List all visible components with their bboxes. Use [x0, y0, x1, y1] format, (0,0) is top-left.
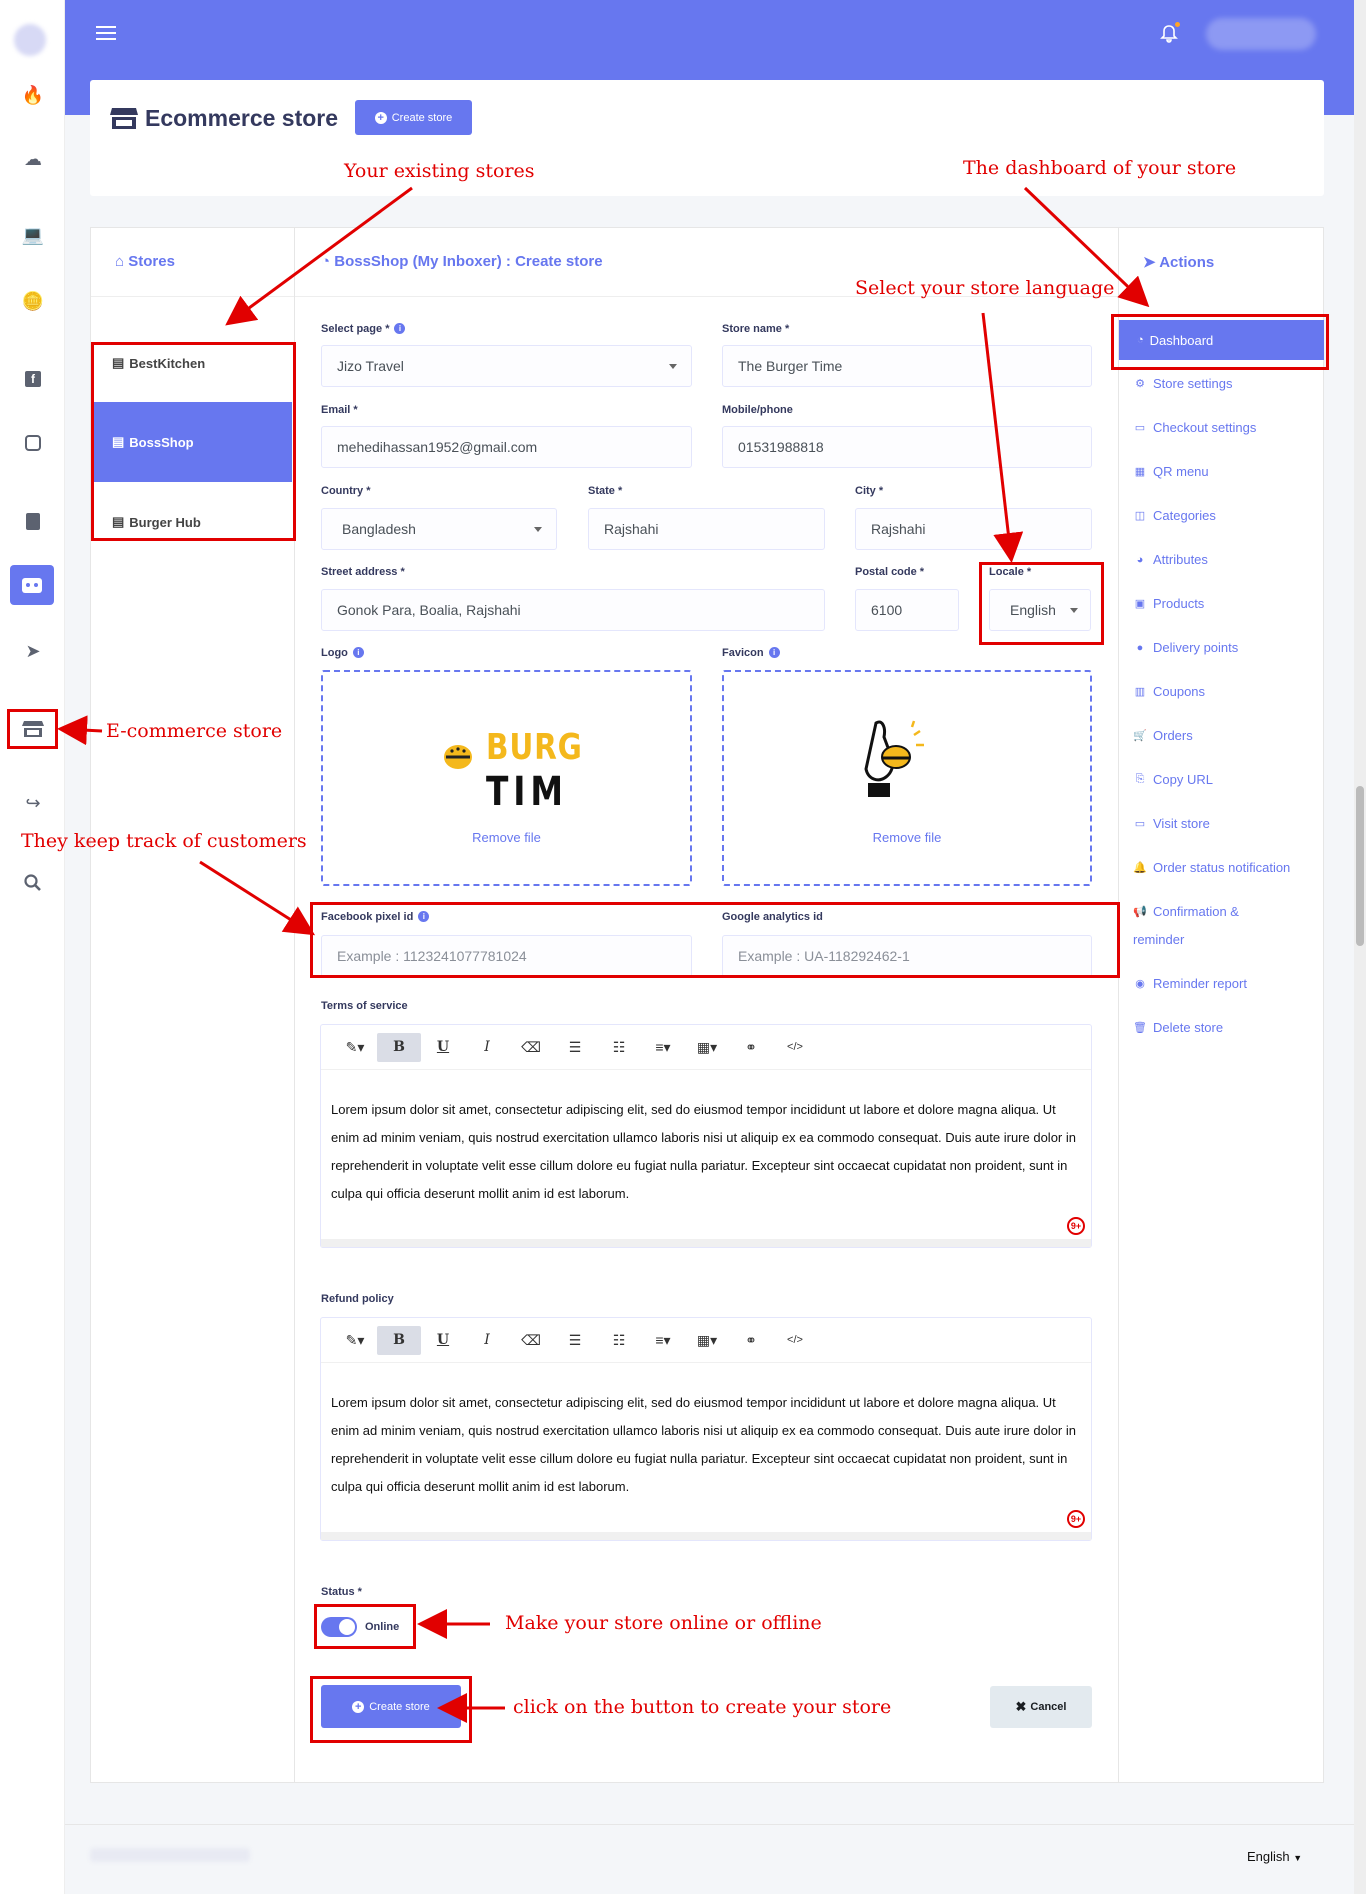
annotation-existing-stores: Your existing stores: [344, 160, 535, 182]
annotation-language: Select your store language: [855, 277, 1115, 299]
arrow-tracking: [199, 860, 316, 936]
arrow-ecommerce: [57, 715, 103, 746]
arrow-existing-stores: [225, 186, 413, 326]
annotation-dashboard: The dashboard of your store: [963, 157, 1237, 179]
annotation-online-offline: Make your store online or offline: [505, 1612, 822, 1634]
annotation-track-customers: They keep track of customers: [21, 830, 307, 852]
annotation-create-button: click on the button to create your store: [513, 1696, 892, 1718]
arrow-locale: [981, 312, 1024, 563]
annotation-ecommerce: E-commerce store: [106, 720, 283, 742]
annotation-arrows: [57, 186, 1150, 1723]
